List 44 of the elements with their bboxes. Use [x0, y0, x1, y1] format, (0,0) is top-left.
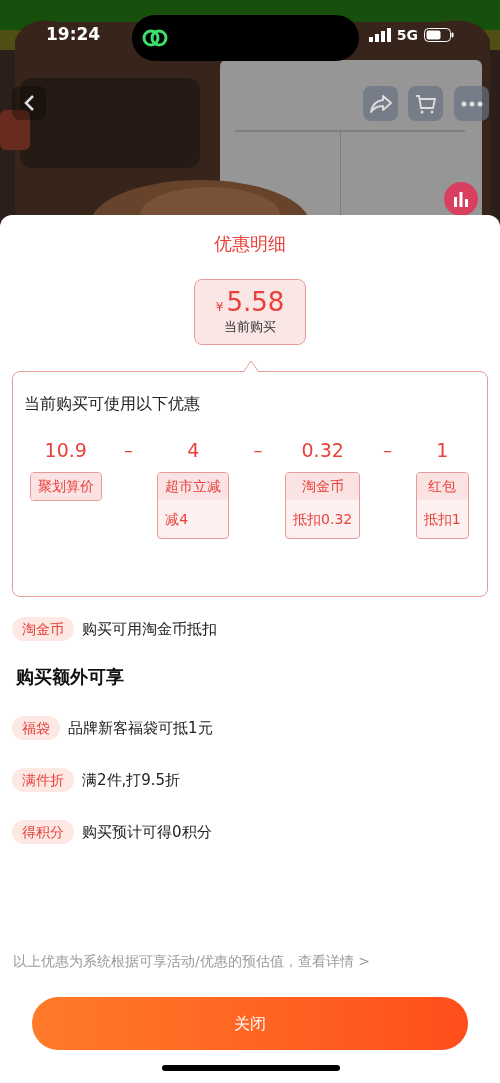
details-link[interactable]: 查看详情 > [297, 951, 370, 972]
currency-symbol: ¥ [215, 299, 224, 317]
discount-detail: 抵扣0.32 [292, 510, 354, 529]
minus-sign: – [381, 438, 393, 462]
discount-amount: 1 [436, 438, 449, 462]
signal-icon [368, 28, 391, 42]
promo-tag: 淘金币 [12, 617, 74, 641]
more-button[interactable] [454, 86, 489, 121]
promo-text: 品牌新客福袋可抵1元 [68, 717, 213, 739]
battery-icon [424, 28, 454, 42]
minus-sign: – [123, 438, 134, 462]
promo-text: 购买可用淘金币抵扣 [82, 618, 217, 640]
discount-name: 超市立减 [158, 473, 229, 500]
promo-text: 购买预计可得0积分 [82, 821, 212, 843]
share-button[interactable] [363, 86, 398, 121]
panel-heading: 当前购买可使用以下优惠 [24, 393, 200, 415]
promo-tag: 福袋 [12, 716, 60, 740]
footnote: 以上优惠为系统根据可享活动/优惠的预估值， [13, 952, 298, 971]
promo-text: 满2件,打9.5折 [82, 769, 181, 791]
discount-name: 淘金币 [286, 473, 360, 500]
discount-amount: 10.9 [44, 438, 87, 462]
discount-amount: 0.32 [301, 438, 344, 462]
section-heading: 购买额外可享 [16, 665, 125, 689]
discount-detail: 减4 [164, 510, 190, 529]
discount-detail: 抵扣1 [422, 510, 462, 529]
close-button[interactable]: 关闭 [32, 997, 468, 1050]
promo-tag: 得积分 [12, 820, 74, 844]
share-icon [369, 93, 392, 114]
promo-tag: 满件折 [12, 768, 74, 792]
discount-name: 红包 [416, 473, 468, 500]
discount-amount: 4 [187, 438, 200, 462]
minus-sign: – [252, 438, 264, 462]
back-icon [23, 94, 35, 112]
network-label: 5G [396, 25, 418, 45]
more-icon [460, 100, 483, 107]
price-amount: 5.58 [226, 287, 285, 318]
status-time: 19:24 [46, 23, 101, 47]
price-label: 当前购买 [224, 318, 276, 337]
bar-chart-icon [453, 191, 469, 207]
back-button[interactable] [12, 86, 46, 120]
cart-icon [414, 92, 437, 115]
discount-name: 聚划算价 [30, 473, 101, 500]
cart-button[interactable] [408, 86, 443, 121]
sheet-title: 优惠明细 [214, 232, 286, 256]
